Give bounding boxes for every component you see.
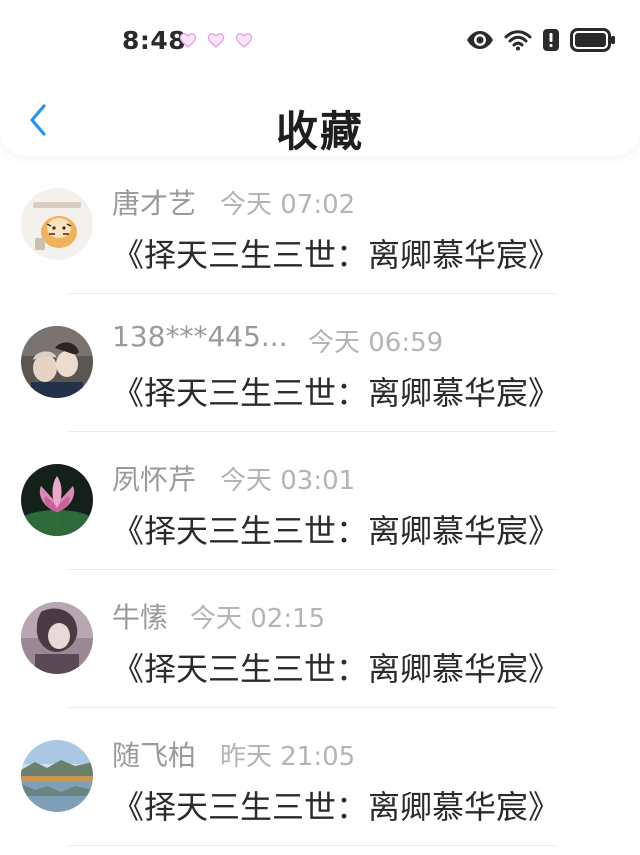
favorite-title[interactable]: 《择天三生三世：离卿慕华宸》: [112, 230, 560, 276]
favorites-list: 唐才艺 今天 07:02 《择天三生三世：离卿慕华宸》 138***445...…: [0, 156, 640, 846]
notification-icons: [178, 30, 254, 50]
user-name: 夙怀芹: [112, 463, 197, 496]
list-item[interactable]: 随飞柏 昨天 21:05 《择天三生三世：离卿慕华宸》: [0, 708, 640, 846]
user-name: 牛愫: [112, 601, 169, 634]
status-bar: 8:48: [0, 0, 640, 84]
list-item[interactable]: 138***445... 今天 06:59 《择天三生三世：离卿慕华宸》: [0, 294, 640, 432]
timestamp: 今天 06:59: [308, 328, 444, 358]
status-icons: [466, 28, 616, 52]
avatar[interactable]: [21, 464, 93, 536]
alert-icon: [543, 29, 559, 51]
navigation-bar: 收藏: [0, 84, 640, 156]
user-name: 138***445...: [112, 320, 288, 353]
favorite-title[interactable]: 《择天三生三世：离卿慕华宸》: [112, 506, 560, 552]
user-name: 随飞柏: [112, 739, 197, 772]
eye-icon: [467, 31, 493, 49]
list-item[interactable]: 唐才艺 今天 07:02 《择天三生三世：离卿慕华宸》: [0, 156, 640, 294]
avatar[interactable]: [21, 188, 93, 260]
timestamp: 今天 03:01: [220, 466, 356, 496]
favorite-title[interactable]: 《择天三生三世：离卿慕华宸》: [112, 644, 560, 690]
avatar[interactable]: [21, 740, 93, 812]
favorite-title[interactable]: 《择天三生三世：离卿慕华宸》: [112, 368, 560, 414]
timestamp: 昨天 21:05: [220, 742, 356, 772]
divider: [68, 845, 556, 846]
heart-icon: [235, 33, 253, 48]
header: 8:48 收藏: [0, 0, 640, 156]
favorite-title[interactable]: 《择天三生三世：离卿慕华宸》: [112, 782, 560, 828]
wifi-icon: [504, 30, 532, 51]
timestamp: 今天 07:02: [220, 190, 356, 220]
heart-icon: [207, 33, 225, 48]
page-title: 收藏: [275, 107, 364, 156]
timestamp: 今天 02:15: [190, 604, 326, 634]
battery-icon: [570, 28, 615, 52]
heart-icon: [179, 33, 197, 48]
list-item[interactable]: 牛愫 今天 02:15 《择天三生三世：离卿慕华宸》: [0, 570, 640, 708]
user-name: 唐才艺: [112, 187, 197, 220]
status-time: 8:48: [122, 26, 187, 55]
list-item[interactable]: 夙怀芹 今天 03:01 《择天三生三世：离卿慕华宸》: [0, 432, 640, 570]
avatar[interactable]: [21, 602, 93, 674]
avatar[interactable]: [21, 326, 93, 398]
